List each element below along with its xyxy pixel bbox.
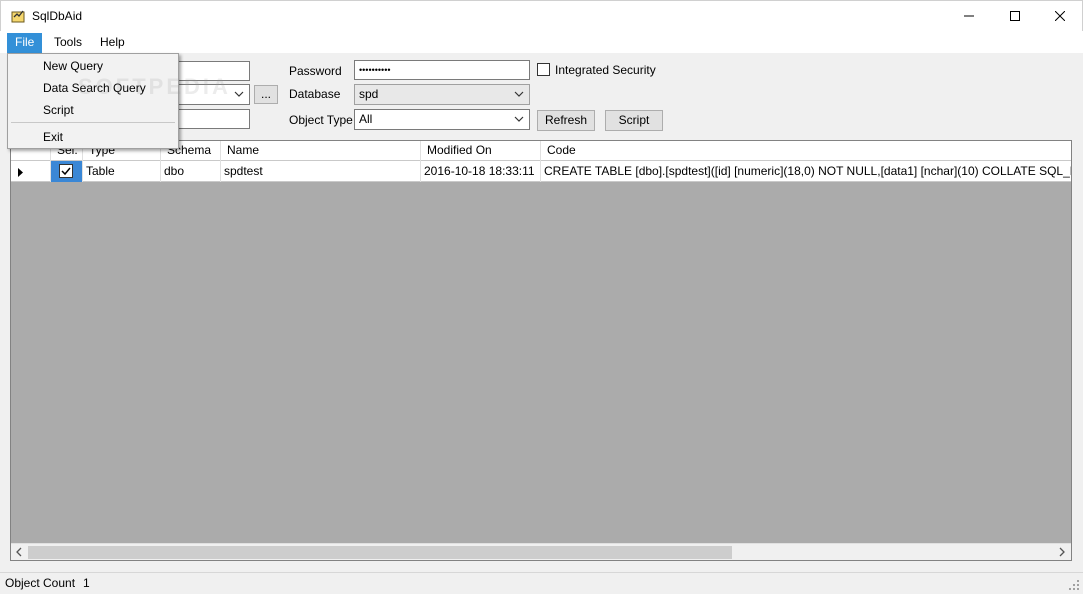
schema-cell: dbo (161, 161, 221, 182)
scrollbar-thumb[interactable] (28, 546, 732, 559)
current-row-arrow-icon (18, 168, 23, 177)
object-type-value: All (359, 112, 373, 126)
chevron-down-icon (514, 91, 524, 97)
close-button[interactable] (1037, 1, 1083, 31)
type-cell: Table (83, 161, 161, 182)
table-row[interactable]: Table dbo spdtest 2016-10-18 18:33:11 CR… (11, 161, 1071, 182)
object-count-value: 1 (83, 576, 90, 590)
script-button[interactable]: Script (605, 110, 663, 131)
column-header-modified-on[interactable]: Modified On (421, 141, 541, 161)
name-cell: spdtest (221, 161, 421, 182)
menu-item-exit[interactable]: Exit (9, 126, 177, 148)
scroll-left-icon[interactable] (12, 544, 26, 560)
app-icon (11, 10, 25, 23)
menu-item-new-query[interactable]: New Query (9, 55, 177, 77)
menu-separator (11, 122, 175, 123)
database-value: spd (359, 87, 379, 101)
window-title: SqlDbAid (32, 9, 83, 23)
column-header-code[interactable]: Code (541, 141, 1071, 161)
integrated-security-checkbox[interactable] (537, 63, 550, 76)
password-label: Password (289, 64, 342, 78)
menu-file[interactable]: File (7, 33, 43, 53)
server-field[interactable] (171, 61, 250, 81)
menu-help[interactable]: Help (92, 33, 133, 53)
maximize-icon (1010, 11, 1020, 21)
minimize-button[interactable] (946, 1, 992, 31)
user-field[interactable] (171, 109, 250, 129)
title-bar: SqlDbAid (0, 0, 1083, 31)
file-menu-dropdown: New Query Data Search Query Script Exit (7, 53, 179, 149)
password-field[interactable]: •••••••••• (354, 60, 530, 80)
maximize-button[interactable] (992, 1, 1038, 31)
integrated-security-label: Integrated Security (555, 63, 656, 77)
menu-item-script[interactable]: Script (9, 99, 177, 121)
object-type-combo[interactable]: All (354, 109, 530, 130)
row-header[interactable] (11, 161, 51, 182)
database-combo[interactable]: spd (354, 84, 530, 105)
sel-cell[interactable] (51, 161, 83, 182)
scroll-right-icon[interactable] (1055, 544, 1069, 560)
objects-grid[interactable]: Sel. Type Schema Name Modified On Code T… (10, 140, 1072, 561)
column-header-name[interactable]: Name (221, 141, 421, 161)
minimize-icon (964, 15, 974, 17)
object-type-label: Object Type (289, 113, 353, 127)
menu-item-data-search-query[interactable]: Data Search Query (9, 77, 177, 99)
resize-grip-icon[interactable] (1068, 579, 1080, 591)
status-bar: Object Count 1 (0, 572, 1083, 594)
database-label: Database (289, 87, 341, 101)
horizontal-scrollbar[interactable] (11, 543, 1071, 560)
refresh-button[interactable]: Refresh (537, 110, 595, 131)
checked-checkbox-icon[interactable] (59, 164, 73, 178)
chevron-down-icon (514, 116, 524, 122)
menu-bar: Tools Help (0, 31, 1083, 53)
chevron-down-icon (234, 91, 244, 97)
modified-on-cell: 2016-10-18 18:33:11 (421, 161, 541, 182)
code-cell: CREATE TABLE [dbo].[spdtest]([id] [numer… (544, 164, 1071, 178)
browse-button[interactable]: ... (254, 85, 278, 104)
menu-tools[interactable]: Tools (46, 33, 90, 53)
close-icon (1055, 11, 1065, 21)
object-count-label: Object Count (5, 576, 76, 590)
login-combo[interactable] (171, 84, 250, 105)
